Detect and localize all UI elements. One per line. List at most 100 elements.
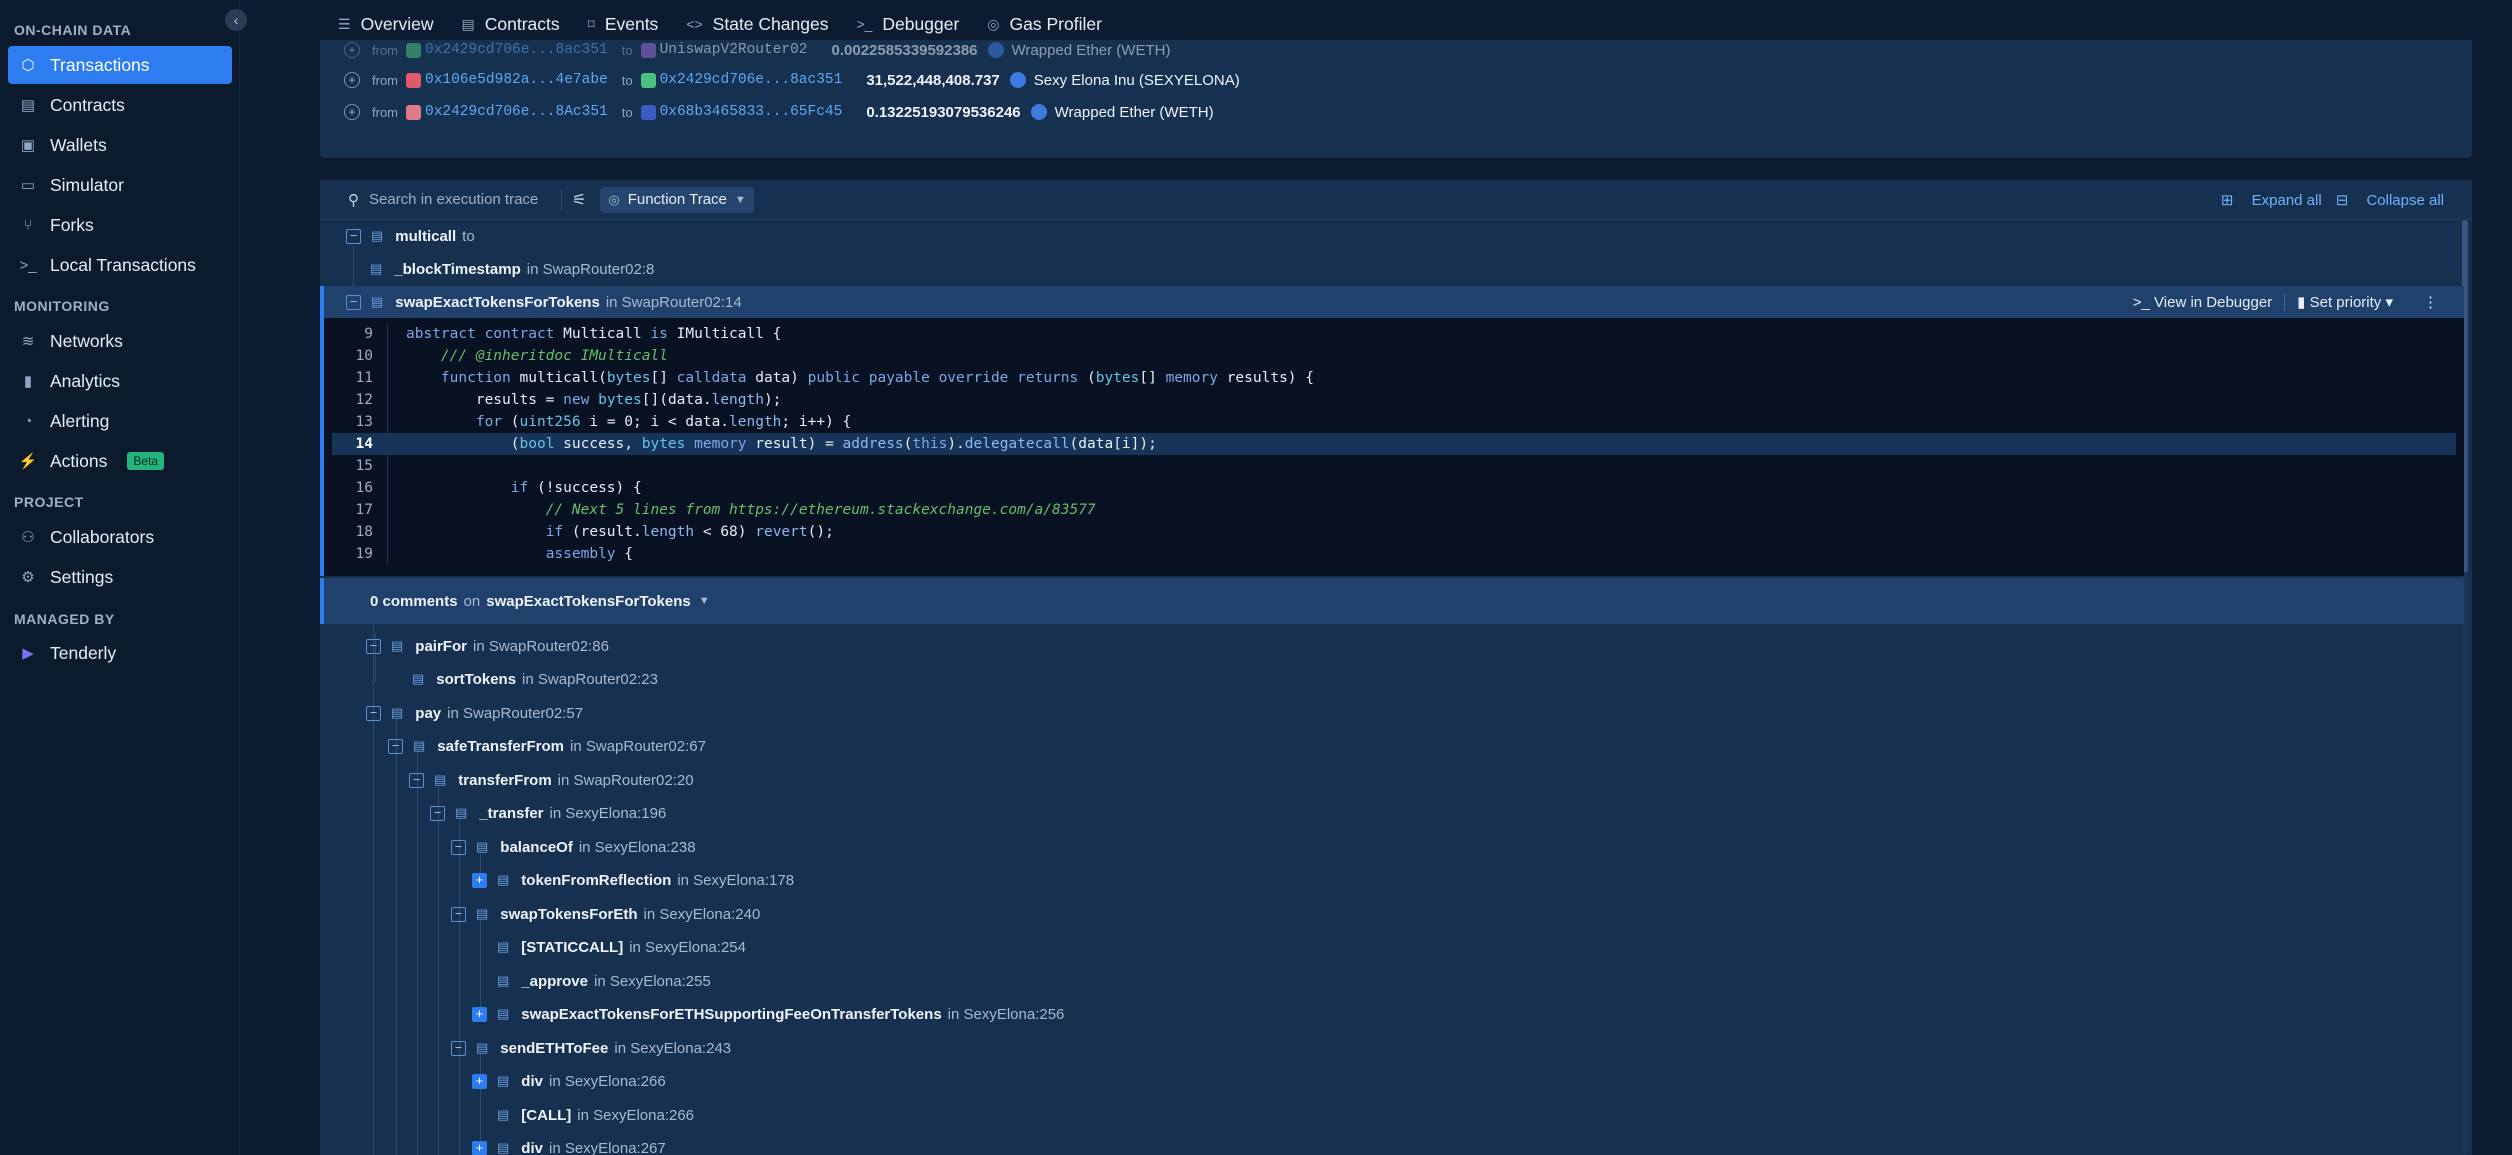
collapse-sidebar-button[interactable]: ‹ [225, 9, 247, 31]
collapse-toggle[interactable]: − [451, 839, 466, 855]
function-icon: ◎ [608, 191, 620, 207]
line-number: 12 [332, 389, 388, 411]
to-address[interactable]: 0x2429cd706e...8ac351 [660, 72, 843, 88]
trace-node[interactable]: ▤ _blockTimestamp in SwapRouter02:8 [370, 253, 654, 285]
selected-trace-node[interactable]: − ▤ swapExactTokensForTokens in SwapRout… [320, 286, 2464, 318]
trace-node[interactable]: − ▤ balanceOf in SexyElona:238 [451, 831, 696, 863]
transfer-row[interactable]: + from 0x106e5d982a...4e7abe to 0x2429cd… [320, 65, 1240, 95]
sidebar-item-actions[interactable]: ⚡ Actions Beta [8, 442, 232, 480]
search-input[interactable] [369, 191, 549, 208]
document-icon: ▤ [371, 294, 384, 309]
sidebar-item-transactions[interactable]: ⬡ Transactions [8, 46, 232, 84]
trace-node[interactable]: + ▤ tokenFromReflection in SexyElona:178 [472, 864, 794, 896]
collapse-toggle[interactable]: − [366, 638, 381, 654]
sidebar-item-analytics[interactable]: ▮ Analytics [8, 362, 232, 400]
collapse-toggle[interactable]: − [346, 228, 361, 244]
token-name[interactable]: Wrapped Ether (WETH) [1055, 104, 1214, 121]
tree-line [417, 751, 418, 1155]
sidebar-item-settings[interactable]: ⚙ Settings [8, 558, 232, 596]
tab-state-changes[interactable]: <> State Changes [686, 14, 828, 35]
sidebar-item-collaborators[interactable]: ⚇ Collaborators [8, 518, 232, 556]
comments-count: 0 comments [370, 592, 458, 610]
collapse-toggle[interactable]: − [451, 1040, 466, 1056]
trace-node[interactable]: + ▤ swapExactTokensForETHSupportingFeeOn… [472, 998, 1064, 1030]
trace-node[interactable]: − ▤ multicall to [346, 220, 475, 252]
trace-node[interactable]: ▤ [STATICCALL] in SexyElona:254 [497, 931, 746, 963]
expand-icon[interactable]: + [344, 42, 360, 58]
tab-contracts[interactable]: ▤ Contracts [462, 14, 560, 35]
tab-label: Events [604, 13, 659, 34]
tab-gas-profiler[interactable]: ◎ Gas Profiler [987, 14, 1102, 35]
code-line: 17 // Next 5 lines from https://ethereum… [332, 499, 2456, 521]
token-name[interactable]: Sexy Elona Inu (SEXYELONA) [1034, 72, 1240, 89]
collapse-toggle[interactable]: − [409, 772, 424, 788]
document-icon: ▤ [497, 1140, 510, 1155]
sidebar-item-contracts[interactable]: ▤ Contracts [8, 86, 232, 124]
expand-toggle[interactable]: + [472, 1073, 487, 1089]
trace-node[interactable]: − ▤ safeTransferFrom in SwapRouter02:67 [388, 730, 706, 762]
sidebar-item-local-transactions[interactable]: >_ Local Transactions [8, 246, 232, 284]
sidebar-item-label: Tenderly [50, 642, 117, 663]
sidebar-item-label: Settings [50, 566, 114, 587]
to-address[interactable]: 0x68b3465833...65Fc45 [660, 104, 843, 120]
collapse-toggle[interactable]: − [451, 906, 466, 922]
tab-overview[interactable]: ☰ Overview [338, 14, 434, 35]
amount: 0.13225193079536246 [866, 103, 1021, 121]
trace-node[interactable]: ▤ _approve in SexyElona:255 [497, 965, 711, 997]
to-address[interactable]: UniswapV2Router02 [660, 42, 808, 58]
view-in-debugger-button[interactable]: >_ View in Debugger [2133, 294, 2272, 311]
document-icon: ▤ [497, 1006, 510, 1021]
function-location: in SwapRouter02:23 [522, 670, 658, 688]
sidebar-item-alerting[interactable]: ◔ Alerting [8, 402, 232, 440]
from-address[interactable]: 0x106e5d982a...4e7abe [425, 72, 608, 88]
trace-node[interactable]: + ▤ div in SexyElona:267 [472, 1132, 666, 1155]
tab-events[interactable]: ⌑ Events [588, 14, 659, 35]
tab-label: Gas Profiler [1009, 13, 1102, 34]
from-label: from [372, 72, 398, 88]
collapse-toggle[interactable]: − [346, 294, 361, 310]
sidebar-item-networks[interactable]: ≋ Networks [8, 322, 232, 360]
trace-node[interactable]: − ▤ _transfer in SexyElona:196 [430, 797, 666, 829]
trace-node[interactable]: + ▤ div in SexyElona:266 [472, 1065, 666, 1097]
beta-badge: Beta [127, 452, 165, 470]
trace-node[interactable]: − ▤ transferFrom in SwapRouter02:20 [409, 764, 694, 796]
trace-node[interactable]: − ▤ pairFor in SwapRouter02:86 [366, 630, 609, 662]
trace-node[interactable]: ▤ sortTokens in SwapRouter02:23 [412, 663, 658, 695]
view-in-debugger-label: View in Debugger [2154, 293, 2273, 311]
transfer-row[interactable]: + from 0x2429cd706e...8Ac351 to 0x68b346… [320, 97, 1214, 127]
collapse-all-button[interactable]: ⊟ Collapse all [2336, 191, 2444, 209]
sidebar-item-forks[interactable]: ⑂ Forks [8, 206, 232, 244]
expand-toggle[interactable]: + [472, 1006, 487, 1022]
expand-toggle[interactable]: + [472, 872, 487, 888]
trace-node[interactable]: − ▤ pay in SwapRouter02:57 [366, 697, 583, 729]
collapse-toggle[interactable]: − [366, 705, 381, 721]
sidebar-item-simulator[interactable]: ▭ Simulator [8, 166, 232, 204]
sidebar-item-tenderly[interactable]: ▶ Tenderly [8, 634, 232, 672]
expand-toggle[interactable]: + [472, 1140, 487, 1155]
comments-bar[interactable]: 0 comments on swapExactTokensForTokens ▼ [320, 578, 2464, 624]
token-name[interactable]: Wrapped Ether (WETH) [1012, 42, 1171, 59]
from-address[interactable]: 0x2429cd706e...8Ac351 [425, 104, 608, 120]
trace-node[interactable]: ▤ [CALL] in SexyElona:266 [497, 1099, 694, 1131]
sidebar-item-wallets[interactable]: ▣ Wallets [8, 126, 232, 164]
trace-node[interactable]: − ▤ sendETHToFee in SexyElona:243 [451, 1032, 731, 1064]
more-options-icon[interactable]: ⋮ [2423, 293, 2438, 311]
expand-icon[interactable]: + [344, 104, 360, 120]
line-number: 13 [332, 411, 388, 433]
from-address[interactable]: 0x2429cd706e...8ac351 [425, 42, 608, 58]
set-priority-button[interactable]: ▮ Set priority ▾ [2297, 293, 2393, 311]
code-line: 10 /// @inheritdoc IMulticall [332, 345, 2456, 367]
collapse-toggle[interactable]: − [430, 805, 445, 821]
trace-node[interactable]: − ▤ swapTokensForEth in SexyElona:240 [451, 898, 760, 930]
trace-mode-select[interactable]: ◎ Function Trace ▼ [600, 186, 754, 213]
filter-icon[interactable]: ⚟ [561, 189, 586, 210]
collapse-toggle[interactable]: − [388, 738, 403, 754]
transfer-row[interactable]: + from 0x2429cd706e...8ac351 to UniswapV… [320, 35, 1170, 65]
tab-debugger[interactable]: >_ Debugger [856, 14, 959, 35]
expand-icon[interactable]: + [344, 72, 360, 88]
function-location: in SexyElona:238 [578, 838, 696, 856]
section-title-onchain: ON-CHAIN DATA [14, 22, 132, 38]
avatar [640, 104, 656, 120]
trace-node[interactable]: − ▤ swapExactTokensForTokens in SwapRout… [346, 286, 742, 318]
expand-all-button[interactable]: ⊞ Expand all [2221, 191, 2322, 209]
